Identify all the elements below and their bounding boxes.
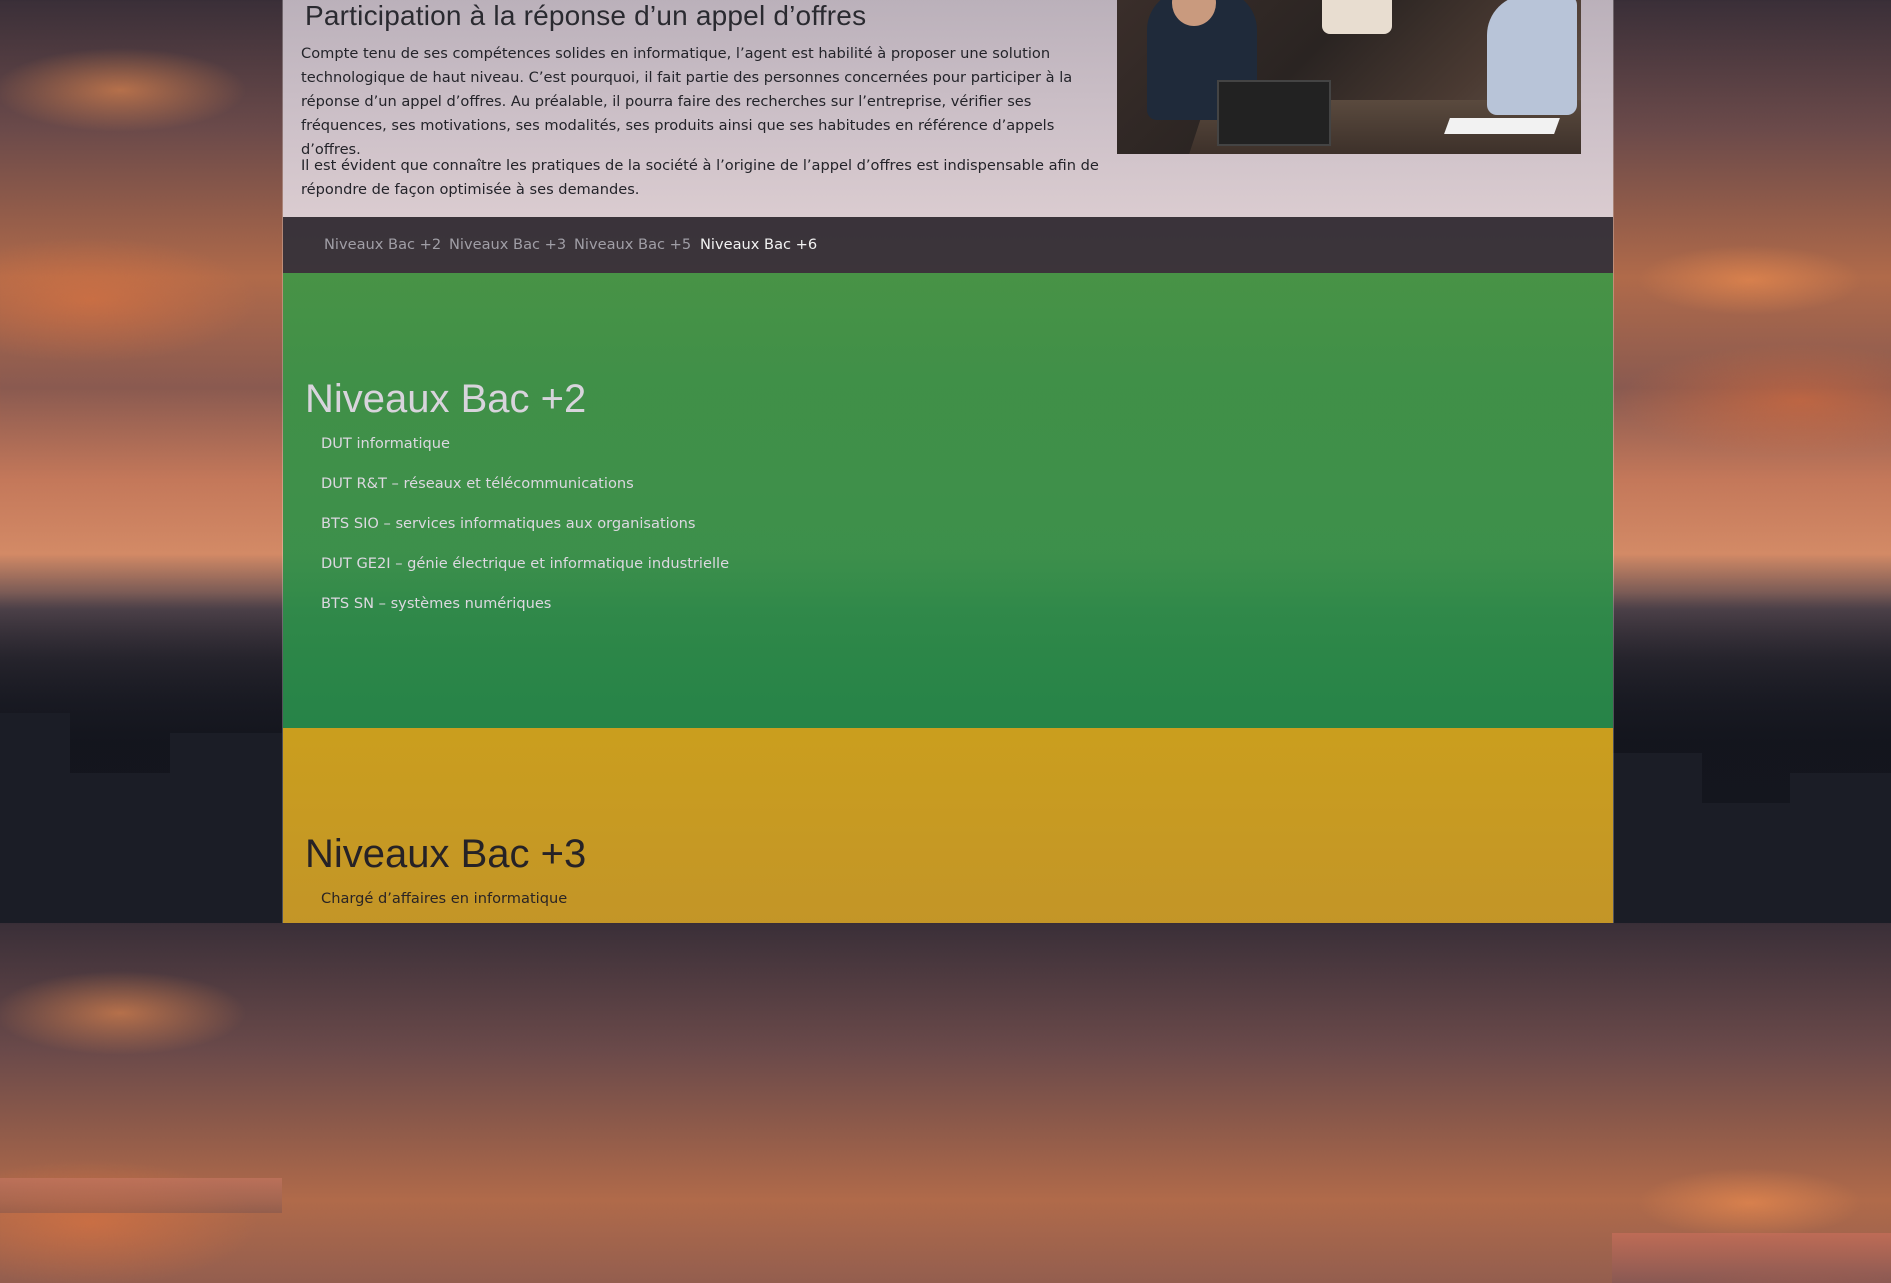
list-item: BTS SIO – services informatiques aux org… [321,515,696,532]
photo-person [1322,0,1392,34]
diploma-list: Chargé d’affaires en informatique [321,887,567,923]
diploma-list: DUT informatique DUT R&T – réseaux et té… [321,432,729,632]
meeting-photo [1117,0,1581,154]
background-building [1690,803,1800,923]
list-item: DUT GE2I – génie électrique et informati… [321,555,730,572]
list-item: Chargé d’affaires en informatique [321,890,568,907]
nav-link-bac6[interactable]: Niveaux Bac +6 [700,236,817,253]
intro-paragraph-2: Il est évident que connaître les pratiqu… [301,157,1099,198]
background-building [1790,773,1891,923]
section-bac3: Niveaux Bac +3 Chargé d’affaires en info… [283,728,1613,923]
background-water-right [1612,1233,1891,1283]
section-bac2: Niveaux Bac +2 DUT informatique DUT R&T … [283,273,1613,728]
intro-paragraph-1: Compte tenu de ses compétences solides e… [301,45,1073,158]
photo-paper [1444,118,1560,134]
section-title: Niveaux Bac +2 [305,377,587,421]
section-nav: Niveaux Bac +2 Niveaux Bac +3 Niveaux Ba… [283,217,1613,273]
background-building [1612,753,1702,923]
list-item: DUT informatique [321,435,451,452]
background-building [170,733,282,923]
background-water-left [0,1178,282,1213]
list-item: DUT R&T – réseaux et télécommunications [321,475,634,492]
nav-link-bac2[interactable]: Niveaux Bac +2 [324,236,441,253]
background-building [60,773,180,923]
page-container: Participation à la réponse d’un appel d’… [282,0,1614,923]
photo-person [1487,0,1577,115]
photo-laptop [1217,80,1331,146]
nav-link-bac3[interactable]: Niveaux Bac +3 [449,236,566,253]
list-item: BTS SN – systèmes numériques [321,595,552,612]
intro-section: Participation à la réponse d’un appel d’… [283,0,1613,217]
nav-link-bac5[interactable]: Niveaux Bac +5 [574,236,691,253]
intro-title: Participation à la réponse d’un appel d’… [305,0,867,31]
section-title: Niveaux Bac +3 [305,832,587,876]
